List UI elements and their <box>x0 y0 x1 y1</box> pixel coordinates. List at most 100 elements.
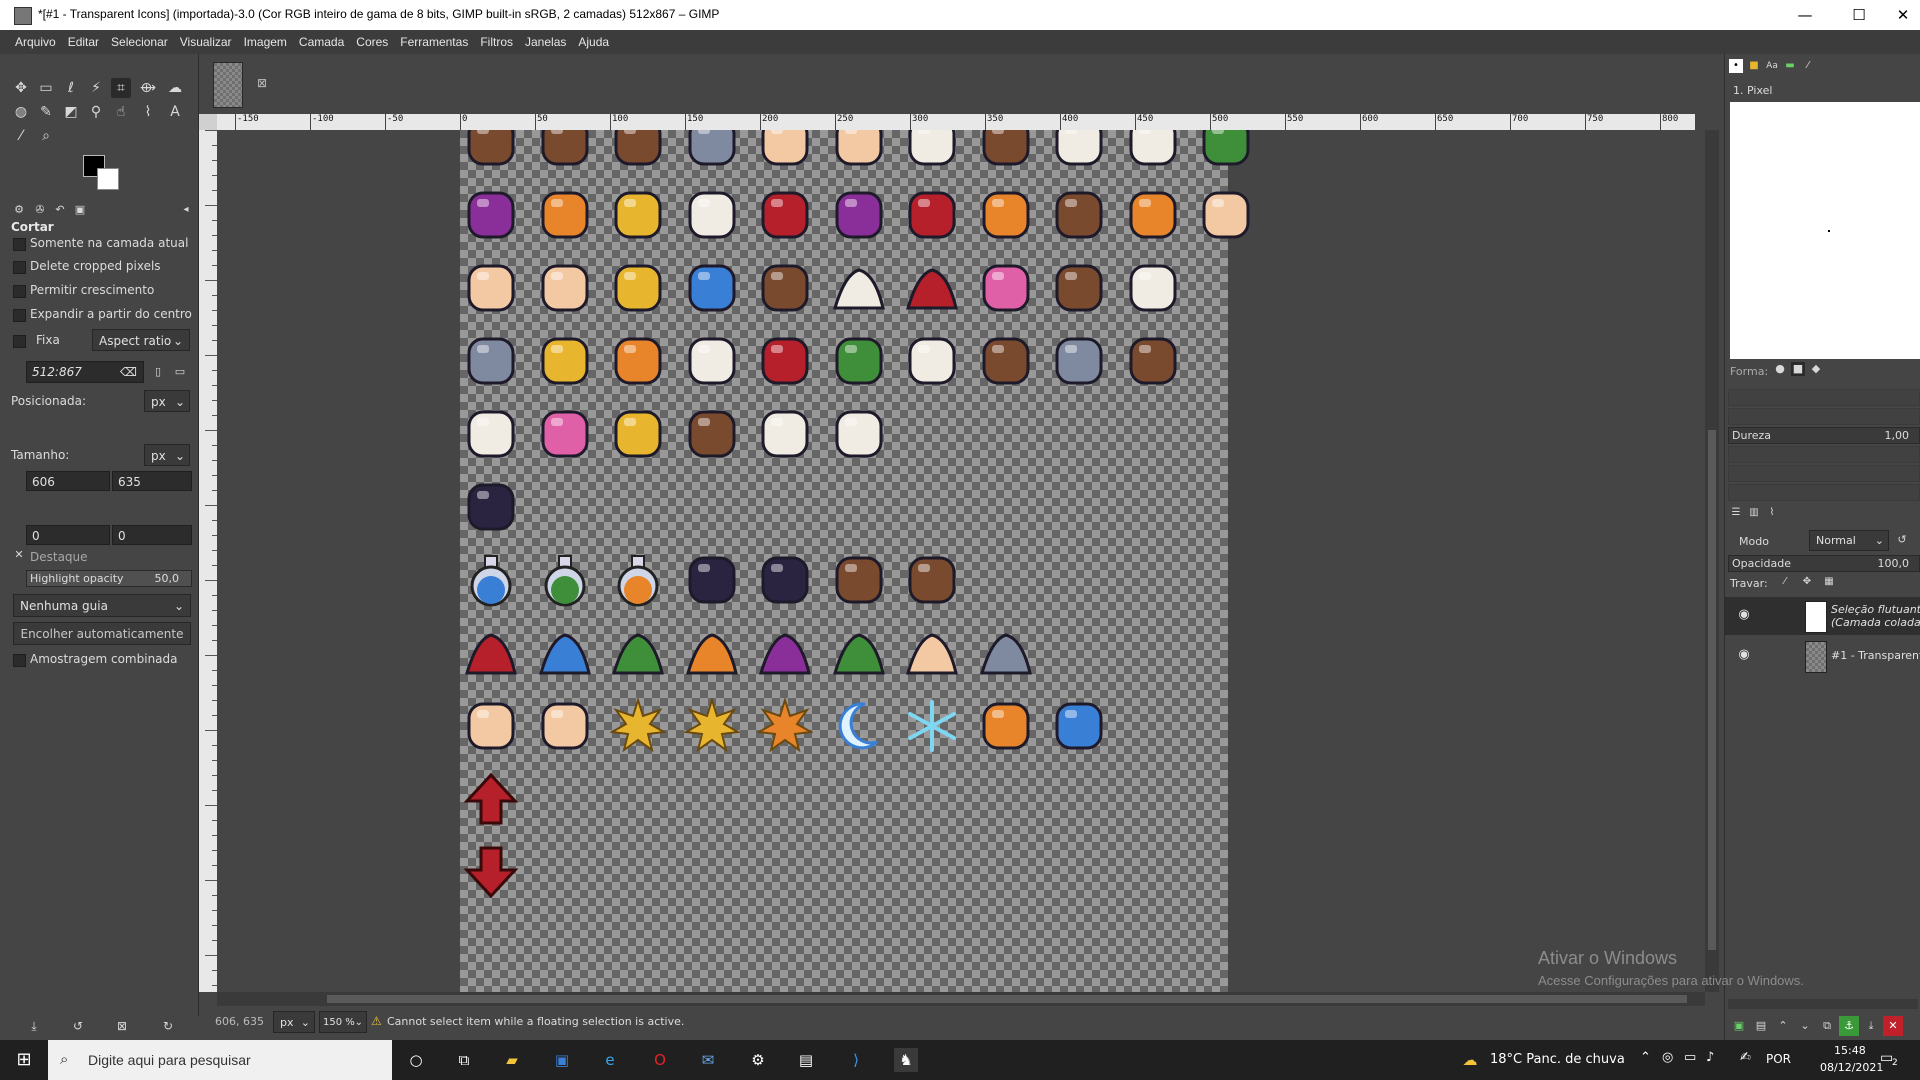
layers-scrollbar[interactable] <box>1728 999 1918 1009</box>
images-tab-icon[interactable]: ▣ <box>70 200 90 220</box>
vertical-scroll-thumb[interactable] <box>1708 430 1716 950</box>
paths-tab-icon[interactable]: ⌇ <box>1765 506 1779 520</box>
layer-row-floating[interactable]: ◉ Seleção flutuante (Camada colada) <box>1725 597 1920 635</box>
duplicate-layer-icon[interactable]: ⧉ <box>1817 1016 1837 1036</box>
ruler-corner[interactable] <box>199 114 217 130</box>
clear-field-icon[interactable]: ⌫ <box>120 362 137 382</box>
restore-options-icon[interactable]: ↺ <box>68 1016 88 1036</box>
menu-cores[interactable]: Cores <box>350 30 394 54</box>
image-tab-thumbnail[interactable] <box>213 62 243 108</box>
position-y-input[interactable]: 635 <box>112 471 192 491</box>
language-indicator[interactable]: POR <box>1766 1052 1791 1066</box>
tool-options-tab-icon[interactable]: ⚙ <box>9 200 29 220</box>
horizontal-scrollbar[interactable] <box>217 992 1705 1006</box>
edge-icon[interactable]: e <box>598 1048 622 1072</box>
rect-select-tool-icon[interactable]: ▭ <box>36 78 56 98</box>
brush-preview[interactable] <box>1730 102 1920 359</box>
fuzzy-select-tool-icon[interactable]: ⚡ <box>86 78 106 98</box>
meet-now-icon[interactable]: ◎ <box>1662 1050 1673 1065</box>
lasso-tool-icon[interactable]: ℓ <box>61 78 81 98</box>
tray-chevron-icon[interactable]: ⌃ <box>1640 1050 1651 1065</box>
clock-date[interactable]: 08/12/2021 <box>1820 1061 1883 1074</box>
opacity-slider[interactable]: Opacidade 100,0 <box>1728 555 1920 572</box>
guides-dropdown[interactable]: Nenhuma guia ⌄ <box>13 594 191 617</box>
bucket-fill-tool-icon[interactable]: ◍ <box>11 102 31 122</box>
menu-imagem[interactable]: Imagem <box>238 30 293 54</box>
network-icon[interactable]: ▭ <box>1684 1050 1696 1065</box>
weather-text[interactable]: 18°C Panc. de chuva <box>1490 1052 1625 1067</box>
clone-tool-icon[interactable]: ⚲ <box>86 102 106 122</box>
zoom-dropdown[interactable]: 150 % ⌄ <box>319 1011 367 1033</box>
mode-reset-icon[interactable]: ↺ <box>1893 531 1911 549</box>
device-status-tab-icon[interactable]: ✇ <box>30 200 50 220</box>
size-unit-dropdown[interactable]: px ⌄ <box>144 444 190 466</box>
layer-mode-dropdown[interactable]: Normal ⌄ <box>1809 530 1889 551</box>
menu-camada[interactable]: Camada <box>293 30 350 54</box>
canvas-area[interactable] <box>217 130 1697 992</box>
file-explorer-icon[interactable]: ▰ <box>500 1048 524 1072</box>
settings-icon[interactable]: ⚙ <box>746 1048 770 1072</box>
pen-icon[interactable]: ✍ <box>1740 1050 1751 1065</box>
save-options-icon[interactable]: ⤓ <box>24 1016 44 1036</box>
size-h-input[interactable]: 0 <box>112 525 192 545</box>
size-w-input[interactable]: 0 <box>26 525 110 545</box>
mail-icon[interactable]: ✉ <box>696 1048 720 1072</box>
eye-icon[interactable]: ◉ <box>1735 647 1753 665</box>
terminal-icon[interactable]: ▤ <box>794 1048 818 1072</box>
gradients-tab-icon[interactable]: ▬ <box>1783 59 1797 73</box>
crop-tool-icon[interactable]: ⌗ <box>111 78 131 98</box>
position-unit-dropdown[interactable]: px ⌄ <box>144 390 190 412</box>
opera-icon[interactable]: O <box>648 1048 672 1072</box>
layer-row-base[interactable]: ◉ #1 - Transparent <box>1725 637 1920 675</box>
allow-growing-checkbox[interactable] <box>13 285 26 298</box>
new-layer-group-icon[interactable]: ▣ <box>1729 1016 1749 1036</box>
diamond-shape-icon[interactable]: ◆ <box>1809 362 1823 376</box>
current-layer-only-checkbox[interactable] <box>13 238 26 251</box>
fonts-tab-icon[interactable]: Aa <box>1765 59 1779 73</box>
configure-tab-icon[interactable]: ◂ <box>176 200 196 220</box>
fixed-mode-dropdown[interactable]: Aspect ratio ⌄ <box>92 329 190 351</box>
raise-layer-icon[interactable]: ⌃ <box>1773 1016 1793 1036</box>
zoom-tool-icon[interactable]: ⌕ <box>36 126 56 146</box>
vertical-scrollbar[interactable] <box>1705 130 1719 992</box>
menu-visualizar[interactable]: Visualizar <box>174 30 238 54</box>
lock-pixels-icon[interactable]: ⁄ <box>1777 574 1793 590</box>
merge-layer-icon[interactable]: ⤓ <box>1861 1016 1881 1036</box>
store-icon[interactable]: ▣ <box>550 1048 574 1072</box>
paintbrush-tool-icon[interactable]: ✎ <box>36 102 56 122</box>
transform-tool-icon[interactable]: ⟴ <box>138 78 158 98</box>
clock-time[interactable]: 15:48 <box>1834 1044 1866 1057</box>
cortana-icon[interactable]: ○ <box>404 1048 428 1072</box>
delete-options-icon[interactable]: ⊠ <box>112 1016 132 1036</box>
menu-arquivo[interactable]: Arquivo <box>9 30 62 54</box>
maximize-button[interactable]: ☐ <box>1836 0 1882 30</box>
delete-cropped-checkbox[interactable] <box>13 261 26 274</box>
lock-position-icon[interactable]: ✥ <box>1799 574 1815 590</box>
menu-editar[interactable]: Editar <box>62 30 105 54</box>
auto-shrink-button[interactable]: Encolher automaticamente <box>13 622 191 645</box>
paths-tool-icon[interactable]: ⌇ <box>138 102 158 122</box>
taskbar-search-box[interactable]: ⌕ Digite aqui para pesquisar <box>48 1040 392 1080</box>
landscape-icon[interactable]: ▭ <box>170 362 190 382</box>
lower-layer-icon[interactable]: ⌄ <box>1795 1016 1815 1036</box>
menu-ferramentas[interactable]: Ferramentas <box>394 30 474 54</box>
brushes-tab-icon[interactable]: • <box>1729 59 1743 73</box>
circle-shape-icon[interactable]: ● <box>1773 362 1787 376</box>
portrait-icon[interactable]: ▯ <box>148 362 168 382</box>
status-unit-dropdown[interactable]: px ⌄ <box>273 1011 315 1033</box>
volume-icon[interactable]: ♪ <box>1706 1050 1714 1065</box>
delete-layer-icon[interactable]: ✕ <box>1883 1016 1903 1036</box>
windows-start-icon[interactable]: ⊞ <box>12 1048 36 1072</box>
warp-tool-icon[interactable]: ☁ <box>165 78 185 98</box>
eraser-tool-icon[interactable]: ◩ <box>61 102 81 122</box>
expand-center-checkbox[interactable] <box>13 309 26 322</box>
channels-tab-icon[interactable]: ▥ <box>1747 506 1761 520</box>
close-tab-icon[interactable]: ⊠ <box>257 76 267 90</box>
horizontal-scroll-thumb[interactable] <box>327 995 1687 1003</box>
highlight-opacity-slider[interactable]: Highlight opacity 50,0 <box>26 570 192 587</box>
image-canvas[interactable] <box>460 130 1250 992</box>
eye-icon[interactable]: ◉ <box>1735 607 1753 625</box>
menu-filtros[interactable]: Filtros <box>474 30 519 54</box>
smudge-tool-icon[interactable]: ☝ <box>111 102 131 122</box>
hardness-slider[interactable]: Dureza 1,00 <box>1728 427 1920 444</box>
